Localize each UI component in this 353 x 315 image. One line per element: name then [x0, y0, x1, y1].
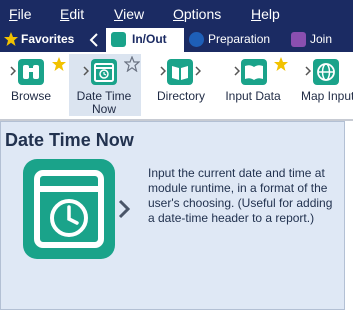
tab-preparation[interactable]: Preparation: [186, 28, 282, 52]
clock-calendar-icon: [23, 159, 115, 259]
star-icon: [4, 32, 18, 46]
chevron-right-icon: [118, 199, 130, 219]
menu-bar: File Edit View Options Help: [0, 0, 353, 28]
tool-directory-label: Directory: [156, 89, 205, 103]
chevron-right-icon: [305, 66, 311, 76]
canvas-edge: [345, 121, 353, 310]
tool-palette: Browse Date Time Now Directory Input Dat…: [0, 52, 353, 118]
chevron-right-icon: [160, 66, 166, 76]
chevron-left-icon[interactable]: [88, 30, 100, 50]
join-icon: [291, 32, 306, 47]
tool-input-data-label: Input Data: [225, 89, 281, 103]
tab-favorites-label: Favorites: [21, 32, 75, 46]
tab-join[interactable]: Join: [288, 28, 353, 52]
menu-options[interactable]: Options: [173, 6, 221, 22]
star-icon[interactable]: [51, 56, 67, 72]
tab-favorites[interactable]: Favorites: [0, 28, 80, 52]
clock-calendar-icon: [91, 59, 117, 85]
star-outline-icon[interactable]: [124, 56, 140, 72]
globe-icon: [313, 59, 339, 85]
tool-tooltip: Date Time Now Input the current date and…: [0, 121, 345, 310]
chevron-right-icon: [10, 66, 16, 76]
tooltip-title: Date Time Now: [5, 130, 134, 150]
canvas-bottom: [0, 310, 353, 315]
menu-file[interactable]: File: [9, 6, 32, 22]
tool-date-time-now-label-line2: Now: [91, 102, 116, 116]
preparation-icon: [189, 32, 204, 47]
menu-edit[interactable]: Edit: [60, 6, 84, 22]
tool-category-tabs: Favorites In/Out Preparation Join: [0, 28, 353, 52]
binoculars-icon: [18, 59, 44, 85]
tool-map-input[interactable]: Map Input: [298, 54, 353, 116]
tool-input-data[interactable]: Input Data: [220, 54, 292, 116]
tab-in-out-label: In/Out: [132, 32, 167, 46]
star-icon[interactable]: [273, 56, 289, 72]
open-book-icon: [241, 59, 267, 85]
tab-preparation-label: Preparation: [208, 32, 271, 46]
tool-directory[interactable]: Directory: [150, 54, 212, 116]
tooltip-description: Input the current date and time at modul…: [148, 166, 333, 225]
chevron-right-icon: [234, 66, 240, 76]
tool-date-time-now[interactable]: Date Time Now: [69, 54, 141, 116]
menu-help[interactable]: Help: [251, 6, 280, 22]
chevron-right-icon: [83, 66, 89, 76]
tab-join-label: Join: [310, 32, 333, 46]
tool-map-input-label: Map Input: [301, 89, 353, 103]
folder-book-icon: [167, 59, 193, 85]
tool-browse-label: Browse: [10, 89, 51, 103]
tab-in-out[interactable]: In/Out: [106, 28, 184, 52]
chevron-right-icon: [195, 66, 201, 76]
menu-view[interactable]: View: [114, 6, 144, 22]
folder-icon: [111, 32, 126, 47]
tool-browse[interactable]: Browse: [0, 54, 66, 116]
